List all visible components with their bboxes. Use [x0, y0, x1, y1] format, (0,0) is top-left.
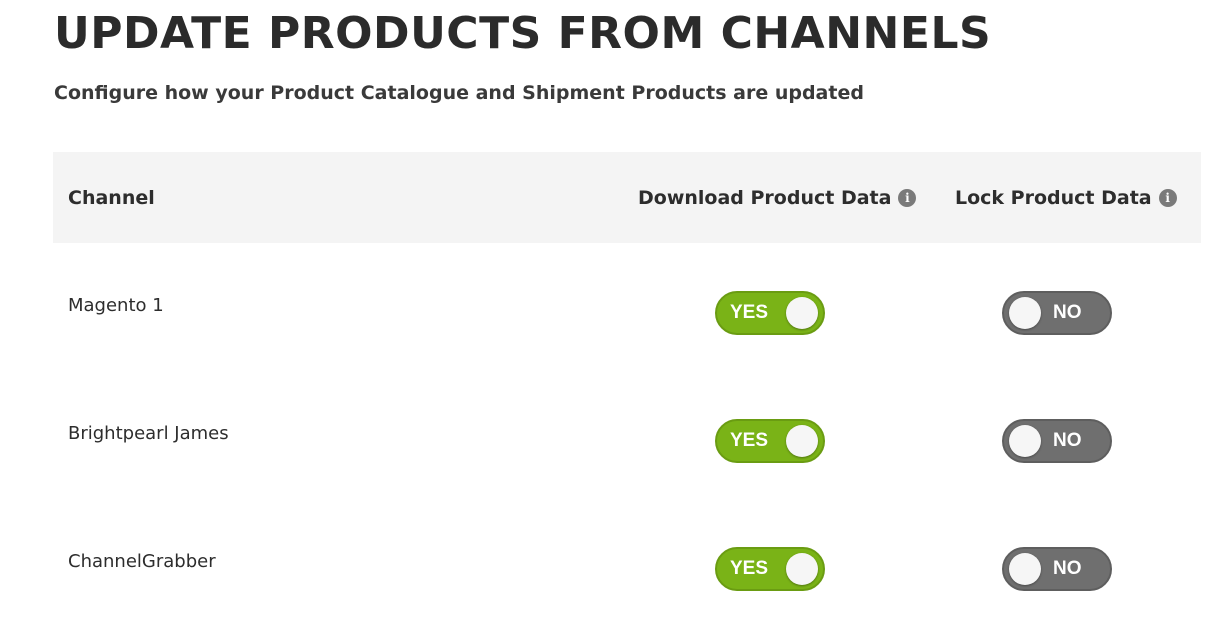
lock-product-data-toggle[interactable]: NO [1002, 547, 1112, 591]
download-product-data-toggle[interactable]: YES [715, 291, 825, 335]
channel-name: Brightpearl James [68, 423, 229, 444]
toggle-knob [1009, 425, 1041, 457]
download-product-data-toggle[interactable]: YES [715, 547, 825, 591]
table-header: Channel Download Product Data i Lock Pro… [53, 152, 1201, 243]
lock-product-data-toggle[interactable]: NO [1002, 419, 1112, 463]
channel-name: Magento 1 [68, 295, 164, 316]
column-header-download-label: Download Product Data [638, 186, 892, 209]
lock-product-data-toggle[interactable]: NO [1002, 291, 1112, 335]
column-header-channel: Channel [68, 152, 155, 243]
toggle-knob [786, 553, 818, 585]
table-row: Brightpearl James YES NO [53, 371, 1201, 499]
toggle-label: NO [1053, 430, 1082, 451]
toggle-knob [1009, 297, 1041, 329]
toggle-label: NO [1053, 302, 1082, 323]
column-header-download: Download Product Data i [638, 152, 917, 243]
toggle-label: YES [730, 302, 769, 323]
toggle-knob [786, 297, 818, 329]
toggle-label: YES [730, 430, 769, 451]
page-title: UPDATE PRODUCTS FROM CHANNELS [54, 8, 992, 59]
info-icon[interactable]: i [898, 188, 917, 207]
column-header-lock-label: Lock Product Data [955, 186, 1152, 209]
download-product-data-toggle[interactable]: YES [715, 419, 825, 463]
page-subtitle: Configure how your Product Catalogue and… [54, 82, 864, 104]
toggle-label: NO [1053, 558, 1082, 579]
column-header-lock: Lock Product Data i [955, 152, 1177, 243]
toggle-label: YES [730, 558, 769, 579]
toggle-knob [1009, 553, 1041, 585]
info-icon[interactable]: i [1158, 188, 1177, 207]
column-header-channel-label: Channel [68, 186, 155, 209]
toggle-knob [786, 425, 818, 457]
table-row: ChannelGrabber YES NO [53, 499, 1201, 627]
table-row: Magento 1 YES NO [53, 243, 1201, 371]
channels-table: Channel Download Product Data i Lock Pro… [53, 152, 1201, 591]
channel-name: ChannelGrabber [68, 551, 216, 572]
